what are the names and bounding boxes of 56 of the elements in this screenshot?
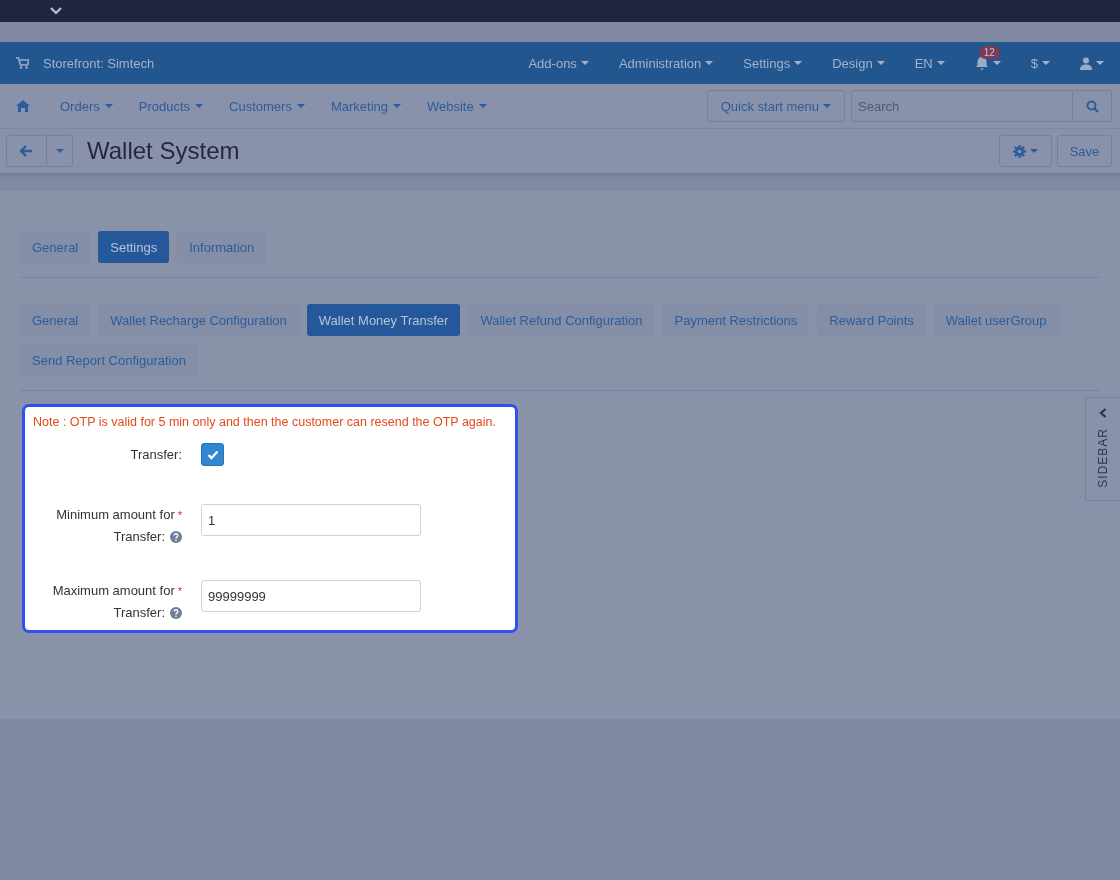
field-label: Transfer: (113, 528, 165, 546)
header-menu[interactable]: Settings (743, 55, 803, 71)
required-asterisk: * (177, 508, 182, 523)
field-label: Minimum amount for (56, 506, 175, 524)
tab[interactable]: General (20, 231, 91, 263)
save-button[interactable]: Save (1057, 135, 1112, 167)
tab[interactable]: Send Report Configuration (20, 344, 198, 376)
search-field[interactable]: Search (851, 90, 1073, 122)
otp-note: Note : OTP is valid for 5 min only and then the customer can resend the OTP again. (33, 415, 497, 429)
nav-menu[interactable]: Customers (229, 98, 305, 114)
nav-menu[interactable]: Marketing (330, 98, 401, 114)
back-button[interactable] (6, 135, 47, 167)
notification-count: 12 (978, 45, 1000, 59)
search-icon (1085, 99, 1099, 113)
nav-menu[interactable]: Products (138, 98, 204, 114)
chevron-left-icon (1099, 408, 1107, 418)
search-button[interactable] (1073, 90, 1112, 122)
header-menu[interactable]: Design (832, 55, 885, 71)
arrow-left-icon (20, 145, 33, 157)
header-menu[interactable]: Administration (618, 55, 714, 71)
tab[interactable]: General (20, 304, 91, 336)
amount-input[interactable]: 1 (201, 504, 421, 536)
cart-icon[interactable] (16, 57, 29, 69)
tab[interactable]: Wallet userGroup (933, 304, 1059, 336)
tab[interactable]: Wallet Refund Configuration (468, 304, 655, 336)
field-label: Maximum amount for (52, 582, 175, 600)
header-menu[interactable]: Add-ons (528, 55, 589, 71)
amount-input[interactable]: 99999999 (201, 580, 421, 612)
help-icon[interactable] (170, 607, 182, 619)
tab[interactable]: Information (177, 231, 267, 263)
required-asterisk: * (177, 584, 182, 599)
home-icon[interactable] (16, 100, 30, 112)
page-title: Wallet System (87, 137, 240, 165)
nav-menu[interactable]: Orders (60, 98, 113, 114)
currency-menu[interactable]: $ (1030, 55, 1050, 71)
user-menu[interactable] (1080, 56, 1104, 70)
help-icon[interactable] (170, 531, 182, 543)
field-label: Transfer: (113, 604, 165, 622)
tab[interactable]: Reward Points (817, 304, 926, 336)
user-icon (1080, 56, 1092, 70)
header-menu[interactable]: EN (914, 55, 945, 71)
checkmark-icon (206, 449, 219, 460)
gear-icon (1013, 144, 1026, 158)
settings-button[interactable] (999, 135, 1052, 167)
bell-icon (974, 55, 989, 71)
tab[interactable]: Settings (98, 231, 170, 263)
field-label: Transfer: (130, 445, 182, 464)
tab[interactable]: Payment Restrictions (662, 304, 810, 336)
tab[interactable]: Wallet Recharge Configuration (98, 304, 299, 336)
storefront-link[interactable]: Storefront: Simtech (43, 55, 155, 71)
tab[interactable]: Wallet Money Transfer (306, 304, 461, 336)
nav-menu[interactable]: Website (427, 98, 487, 114)
chevron-down-icon[interactable] (50, 7, 62, 15)
checkbox[interactable] (201, 443, 224, 466)
quick-start-menu-button[interactable]: Quick start menu (706, 90, 845, 122)
sidebar-toggle[interactable]: SIDEBAR (1085, 397, 1120, 501)
